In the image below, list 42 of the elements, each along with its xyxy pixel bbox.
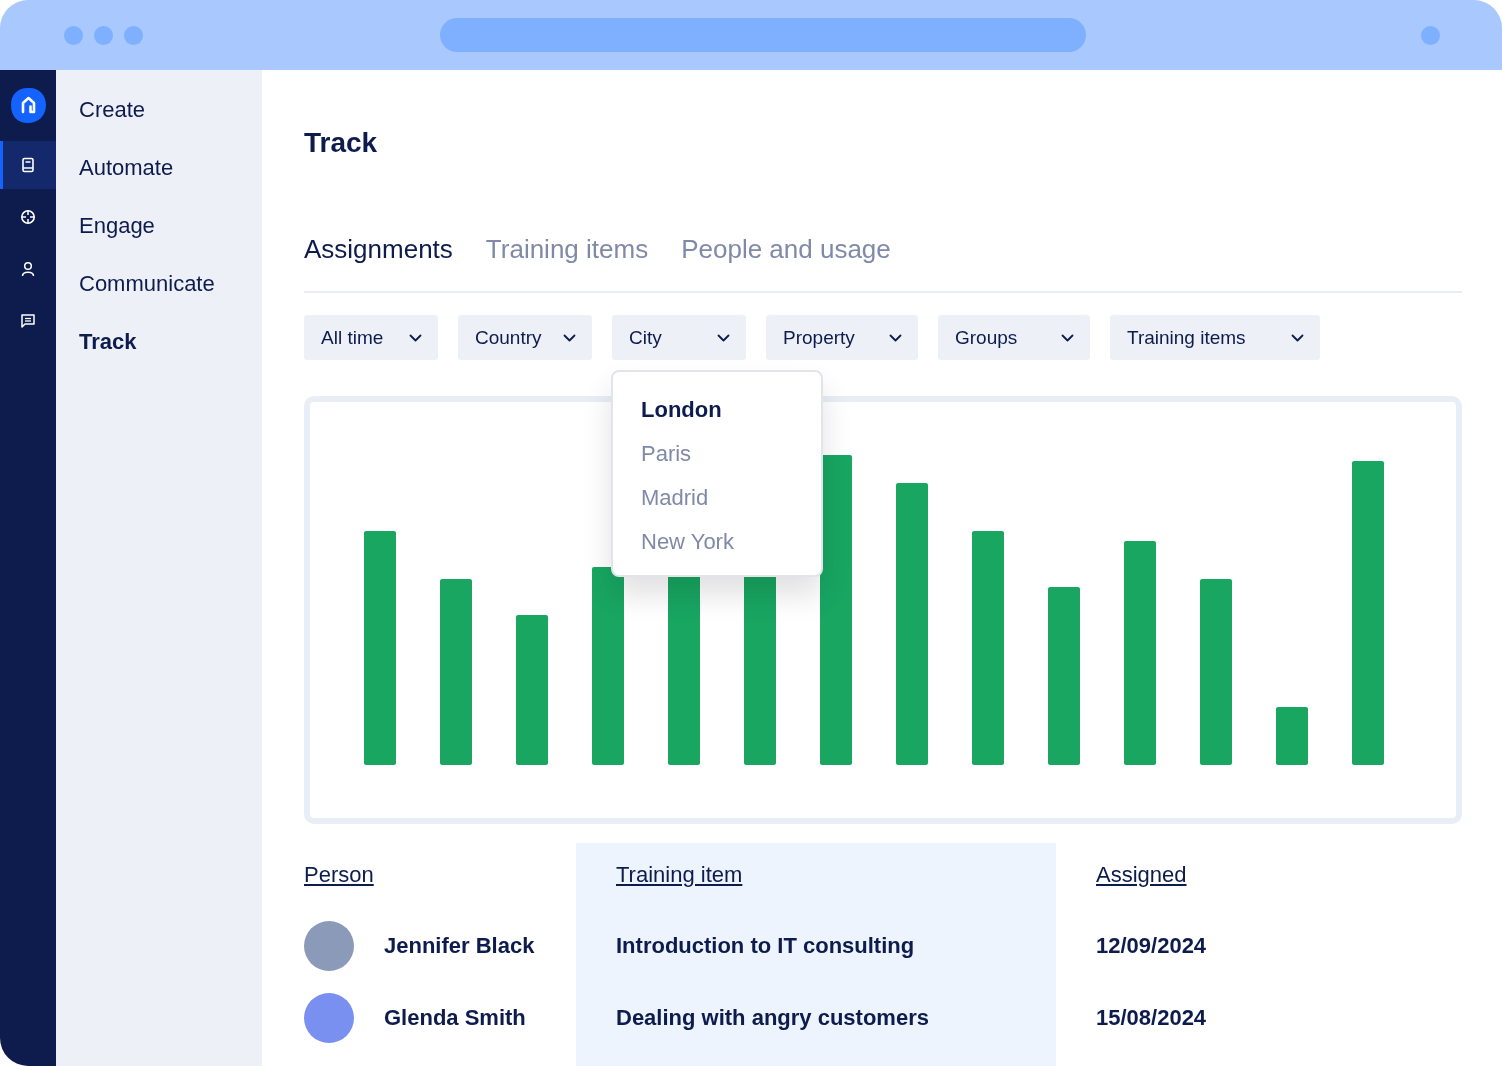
window-control-dot[interactable]	[94, 25, 113, 45]
chevron-down-icon	[889, 333, 902, 342]
nav-item[interactable]: Track	[79, 326, 137, 358]
filter-dropdown[interactable]: All time	[304, 315, 438, 360]
home-logo-icon[interactable]	[9, 87, 47, 124]
nav-item[interactable]: Communicate	[79, 268, 215, 326]
nav-item[interactable]: Engage	[79, 210, 155, 268]
filter-dropdown[interactable]: City	[612, 315, 746, 360]
menu-dot[interactable]	[1421, 25, 1440, 45]
window-control-dot[interactable]	[124, 25, 143, 45]
avatar	[304, 993, 354, 1043]
sidebar-icon-item[interactable]	[0, 141, 56, 189]
filter-dropdown[interactable]: Groups	[938, 315, 1090, 360]
column-header-link[interactable]: Assigned	[1096, 859, 1187, 891]
chat-icon	[20, 313, 36, 329]
person-name: Glenda Smith	[384, 1005, 526, 1031]
chevron-down-icon	[717, 333, 730, 342]
nav-item[interactable]: Create	[79, 94, 146, 152]
date-cell-text: 12/09/2024	[1096, 932, 1207, 960]
dropdown-option[interactable]: London	[641, 394, 722, 426]
filter-dropdown[interactable]: Country	[458, 315, 592, 360]
person-icon	[20, 261, 36, 277]
chart-bar	[1276, 707, 1308, 765]
avatar	[304, 921, 354, 971]
column-header-link[interactable]: Person	[304, 859, 374, 891]
tab[interactable]: Assignments	[304, 233, 453, 265]
crosshair-icon	[20, 209, 36, 225]
date-cell-text: 15/08/2024	[1096, 1004, 1207, 1032]
column-header-link[interactable]: Training item	[616, 859, 743, 891]
training-item-cell-text: Introduction to IT consulting	[616, 932, 915, 960]
filter-dropdown[interactable]: Training items	[1110, 315, 1320, 360]
chevron-down-icon	[1061, 333, 1074, 342]
window-control-dot[interactable]	[64, 25, 83, 45]
page-title: Track	[304, 126, 379, 160]
book-icon	[20, 157, 36, 173]
chevron-down-icon	[1291, 333, 1304, 342]
chevron-down-icon	[409, 333, 422, 342]
nav-item[interactable]: Automate	[79, 152, 174, 210]
training-item-cell-text: Dealing with angry customers	[616, 1004, 929, 1032]
filter-dropdown[interactable]: Property	[766, 315, 918, 360]
person-name: Jennifer Black	[384, 933, 535, 959]
chevron-down-icon	[563, 333, 576, 342]
